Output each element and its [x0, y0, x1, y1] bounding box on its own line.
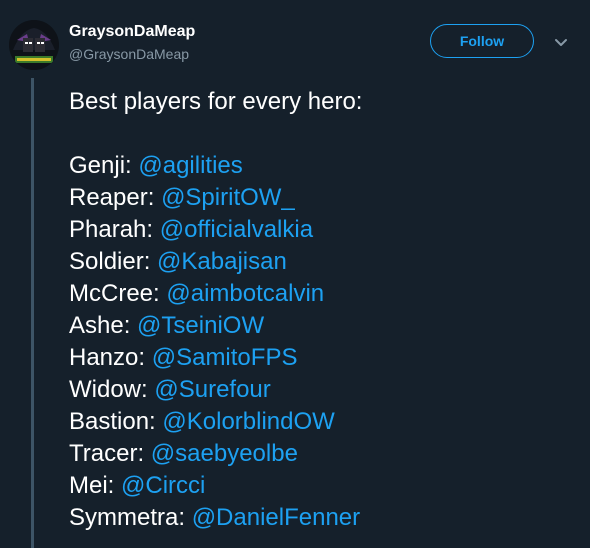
chevron-down-icon [555, 39, 567, 46]
player-mention-link[interactable]: @agilities [138, 152, 242, 179]
player-mention-link[interactable]: @Kabajisan [157, 248, 287, 275]
hero-line: Widow: @Surefour [69, 374, 579, 406]
tweet-card: GraysonDaMeap @GraysonDaMeap Follow Best… [0, 0, 590, 548]
hero-line: Reaper: @SpiritOW_ [69, 182, 579, 214]
hero-line: McCree: @aimbotcalvin [69, 278, 579, 310]
player-mention-link[interactable]: @saebyeolbe [151, 440, 298, 467]
hero-name: Genji: [69, 152, 132, 179]
hero-name: Pharah: [69, 216, 154, 243]
hero-name: Symmetra: [69, 504, 186, 531]
hero-name: Mei: [69, 472, 115, 499]
hero-line: Pharah: @officialvalkia [69, 214, 579, 246]
hero-line: Genji: @agilities [69, 150, 579, 182]
hero-name: Soldier: [69, 248, 151, 275]
avatar[interactable] [9, 20, 59, 70]
hero-name: Widow: [69, 376, 148, 403]
hero-name: Reaper: [69, 184, 155, 211]
hero-name: Bastion: [69, 408, 156, 435]
tweet-text: Best players for every hero: Genji: @agi… [69, 86, 579, 534]
player-mention-link[interactable]: @DanielFenner [192, 504, 360, 531]
player-mention-link[interactable]: @officialvalkia [160, 216, 313, 243]
more-options-button[interactable] [553, 36, 569, 48]
author-display-name[interactable]: GraysonDaMeap [69, 23, 195, 41]
hero-list: Genji: @agilities Reaper: @SpiritOW_ Phara… [69, 150, 579, 534]
hero-line: Soldier: @Kabajisan [69, 246, 579, 278]
avatar-image [9, 20, 59, 70]
hero-line: Tracer: @saebyeolbe [69, 438, 579, 470]
player-mention-link[interactable]: @TseiniOW [137, 312, 264, 339]
thread-line [31, 78, 34, 548]
tweet-intro: Best players for every hero: [69, 88, 363, 115]
hero-line: Symmetra: @DanielFenner [69, 502, 579, 534]
hero-name: McCree: [69, 280, 160, 307]
player-mention-link[interactable]: @SpiritOW_ [161, 184, 295, 211]
hero-line: Bastion: @KolorblindOW [69, 406, 579, 438]
player-mention-link[interactable]: @Surefour [154, 376, 270, 403]
hero-line: Ashe: @TseiniOW [69, 310, 579, 342]
player-mention-link[interactable]: @Circci [121, 472, 205, 499]
player-mention-link[interactable]: @KolorblindOW [162, 408, 334, 435]
player-mention-link[interactable]: @SamitoFPS [152, 344, 298, 371]
hero-name: Tracer: [69, 440, 145, 467]
hero-name: Hanzo: [69, 344, 146, 371]
follow-button-label: Follow [459, 33, 505, 49]
hero-line: Hanzo: @SamitoFPS [69, 342, 579, 374]
player-mention-link[interactable]: @aimbotcalvin [166, 280, 324, 307]
hero-line: Mei: @Circci [69, 470, 579, 502]
author-handle[interactable]: @GraysonDaMeap [69, 46, 189, 62]
hero-name: Ashe: [69, 312, 131, 339]
follow-button[interactable]: Follow [430, 24, 534, 58]
